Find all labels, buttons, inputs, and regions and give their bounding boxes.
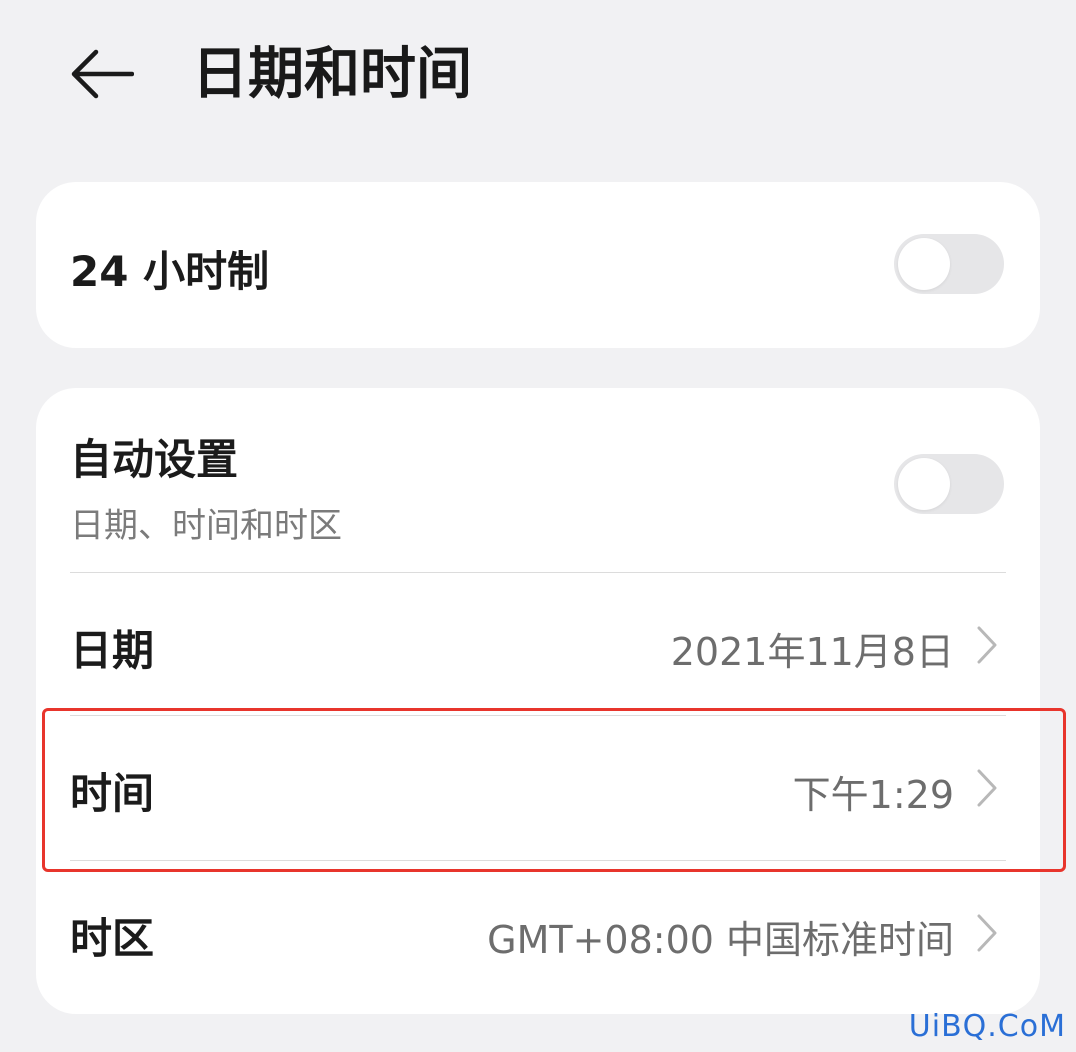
- date-time-settings-page: 日期和时间 24 小时制 自动设置 日期、时间和时区 日期 2021年11月8日: [0, 0, 1076, 1052]
- page-title: 日期和时间: [192, 42, 472, 107]
- timezone-value: GMT+08:00 中国标准时间: [487, 918, 954, 962]
- date-time-card: 自动设置 日期、时间和时区 日期 2021年11月8日 时间 下午1:29 时区: [36, 388, 1040, 1014]
- time-format-card: 24 小时制: [36, 182, 1040, 348]
- time-label: 时间: [70, 769, 155, 818]
- auto-setting-label: 自动设置: [70, 435, 239, 484]
- auto-setting-toggle[interactable]: [894, 454, 1004, 514]
- chevron-right-icon: [974, 911, 1000, 955]
- timezone-label: 时区: [70, 914, 155, 963]
- time-row[interactable]: 时间 下午1:29: [36, 716, 1040, 860]
- arrow-left-icon: [71, 49, 134, 99]
- toggle-knob: [898, 238, 950, 290]
- hour24-toggle[interactable]: [894, 234, 1004, 294]
- time-value: 下午1:29: [792, 773, 954, 817]
- date-value: 2021年11月8日: [670, 630, 954, 674]
- watermark: UiBQ.CoM: [908, 1009, 1066, 1044]
- hour24-row[interactable]: 24 小时制: [36, 182, 1040, 348]
- auto-setting-row[interactable]: 自动设置 日期、时间和时区: [36, 388, 1040, 572]
- chevron-right-icon: [974, 623, 1000, 667]
- back-button[interactable]: [62, 38, 142, 110]
- timezone-row[interactable]: 时区 GMT+08:00 中国标准时间: [36, 861, 1040, 1011]
- hour24-label: 24 小时制: [70, 247, 270, 296]
- chevron-right-icon: [974, 766, 1000, 810]
- header: 日期和时间: [0, 0, 1076, 150]
- auto-setting-subtitle: 日期、时间和时区: [70, 506, 342, 546]
- date-row[interactable]: 日期 2021年11月8日: [36, 573, 1040, 715]
- toggle-knob: [898, 458, 950, 510]
- date-label: 日期: [70, 626, 155, 675]
